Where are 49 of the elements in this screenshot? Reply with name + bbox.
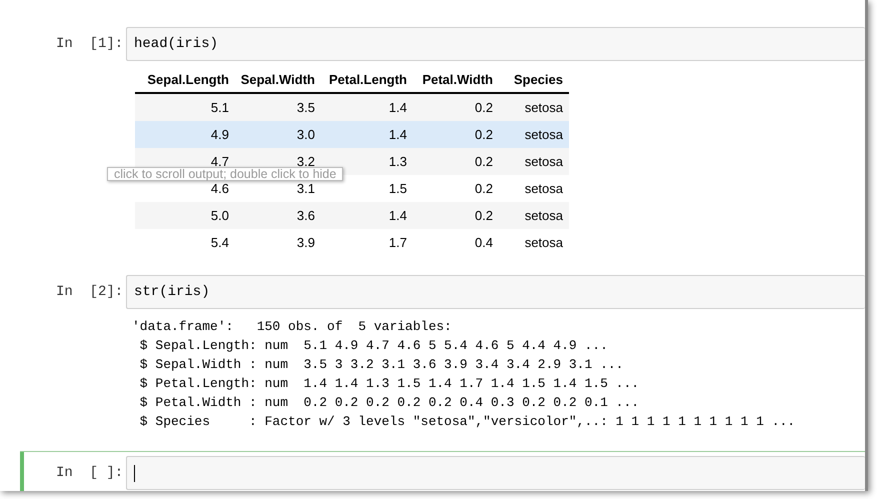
table-cell: 4.9	[210, 128, 229, 141]
column-header: Petal.Length	[328, 72, 407, 87]
table-cell: 5.1	[210, 101, 229, 114]
table-cell: 3.0	[296, 128, 315, 141]
input-prompt: In [ ]:	[55, 465, 124, 481]
table-cell: 3.2	[296, 155, 315, 168]
column-header: Sepal.Length	[147, 72, 229, 87]
table-cell: 1.4	[388, 209, 407, 222]
table-cell: 3.9	[296, 236, 315, 249]
table-cell: 3.6	[296, 209, 315, 222]
table-cell: 1.7	[388, 236, 407, 249]
column-header: Sepal.Width	[240, 72, 315, 87]
table-cell: 5.0	[210, 209, 229, 222]
output-line: $ Species : Factor w/ 3 levels "setosa","versicolor",..: 1 1 1 1 1 1 1 1 1 1 ...	[138, 413, 796, 431]
code-input[interactable]	[126, 456, 865, 490]
column-header: Species	[514, 72, 563, 87]
table-cell: setosa	[524, 101, 563, 114]
table-cell: setosa	[524, 128, 563, 141]
table-cell: 3.1	[296, 182, 315, 195]
table-cell: 0.2	[474, 182, 493, 195]
column-header: Petal.Width	[422, 72, 493, 87]
table-cell: 1.4	[388, 128, 407, 141]
code-input[interactable]: head(iris)	[126, 27, 865, 61]
output-line: $ Petal.Length: num 1.4 1.4 1.3 1.5 1.4 1.7 1.4 1.5 1.4 1.5 ...	[138, 375, 640, 393]
output-line: $ Sepal.Length: num 5.1 4.9 4.7 4.6 5 5.4 4.6 5 4.4 4.9 ...	[138, 337, 609, 355]
output-line: $ Petal.Width : num 0.2 0.2 0.2 0.2 0.2 0.4 0.3 0.2 0.2 0.1 ...	[138, 394, 640, 412]
table-cell: 4.7	[210, 155, 229, 168]
output-line: $ Sepal.Width : num 3.5 3 3.2 3.1 3.6 3.9 3.4 3.4 2.9 3.1 ...	[138, 356, 624, 374]
input-prompt: In [1]:	[55, 36, 124, 52]
table-cell: 0.2	[474, 101, 493, 114]
table-cell: 5.4	[210, 236, 229, 249]
table-cell: setosa	[524, 209, 563, 222]
table-cell: 0.4	[474, 236, 493, 249]
tooltip: click to scroll output; double click to hide	[107, 167, 344, 181]
table-cell: 0.2	[474, 128, 493, 141]
table-cell: 1.4	[388, 101, 407, 114]
table-cell: setosa	[524, 236, 563, 249]
table-cell: 4.6	[210, 182, 229, 195]
output-line: 'data.frame': 150 obs. of 5 variables:	[132, 318, 453, 336]
code-input[interactable]: str(iris)	[126, 275, 865, 309]
table-cell: 0.2	[474, 155, 493, 168]
table-cell: setosa	[524, 182, 563, 195]
text-cursor	[134, 464, 135, 482]
table-cell: 3.5	[296, 101, 315, 114]
table-cell: setosa	[524, 155, 563, 168]
table-cell: 1.3	[388, 155, 407, 168]
table-cell: 1.5	[388, 182, 407, 195]
input-prompt: In [2]:	[55, 284, 124, 300]
table-cell: 0.2	[474, 209, 493, 222]
